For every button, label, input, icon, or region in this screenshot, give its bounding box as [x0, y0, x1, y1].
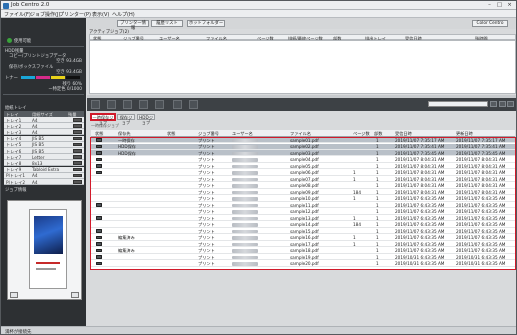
tray-level-icon	[73, 142, 82, 147]
tray-row[interactable]: トレイ9 Tabloid Extra	[4, 166, 84, 173]
proof-icon[interactable]	[107, 100, 116, 109]
menu-view[interactable]: 表示(V)	[92, 11, 109, 18]
preview-text-line	[36, 262, 60, 264]
tray-paper-size: JIS B5	[32, 136, 44, 142]
job-tabs: 一時保存ジョブ 保存ジョブ HDDジョブ	[87, 111, 516, 125]
status-text: 満杯が接続先	[5, 329, 32, 335]
toner-label: トナー	[5, 76, 18, 81]
tray-paper-size: JIS B5	[32, 142, 44, 148]
preview-title: ジョブ情報	[5, 188, 27, 193]
divider	[3, 94, 84, 95]
tray-row[interactable]: トレイ4 JIS B5	[4, 135, 84, 142]
delete-icon[interactable]	[155, 100, 164, 109]
copy-icon[interactable]	[189, 100, 198, 109]
tray-paper-size: Tabloid Extra	[32, 167, 60, 173]
tray-level-icon	[73, 124, 82, 128]
menu-file[interactable]: ファイル(F)	[4, 11, 31, 18]
preview-next-button[interactable]	[71, 292, 79, 298]
search-input[interactable]	[428, 101, 488, 107]
history-list-button[interactable]: 履歴リスト	[151, 20, 183, 27]
tray-paper-size: A4	[32, 129, 38, 135]
printer-info-button[interactable]: プリンター情報	[117, 20, 149, 31]
tray-level-icon	[73, 173, 82, 178]
tray-row[interactable]: トレイ8 8x13	[4, 160, 84, 167]
tray-level-icon	[73, 130, 82, 134]
tray-level-icon	[73, 161, 82, 165]
tab-hdd-jobs[interactable]: HDDジョブ	[137, 114, 155, 125]
hdd-job-data-free: 空き 93.4GB	[56, 59, 82, 64]
search-icon[interactable]	[490, 101, 497, 107]
application-window: Job Centro 2.0 – □ × ファイル(F) ジョブ操作(J) プリ…	[0, 0, 517, 335]
edit-icon[interactable]	[139, 100, 148, 109]
menu-help[interactable]: ヘルプ(H)	[112, 11, 135, 18]
tray-name: PIトレイ2	[6, 179, 25, 185]
tray-row[interactable]: トレイ2 A4	[4, 123, 84, 130]
hold-icon[interactable]	[123, 100, 132, 109]
title-bar: Job Centro 2.0 – □ ×	[1, 1, 516, 10]
tray-row[interactable]: トレイ5 JIS B5	[4, 141, 84, 148]
filter-icon[interactable]	[499, 101, 506, 107]
tray-row[interactable]: トレイ1 A4	[4, 117, 84, 124]
print-icon[interactable]	[91, 100, 100, 109]
menu-job[interactable]: ジョブ操作(J)	[30, 11, 60, 18]
settings-icon[interactable]	[507, 101, 514, 107]
tray-level-icon	[73, 136, 82, 141]
tray-row[interactable]: トレイ7 Letter	[4, 154, 84, 161]
tray-paper-size: Letter	[32, 154, 45, 160]
tray-row[interactable]: トレイ3 A4	[4, 129, 84, 136]
preview-image	[34, 216, 63, 254]
toner-levels	[21, 76, 81, 79]
divider	[3, 46, 84, 47]
maximize-icon[interactable]: □	[495, 2, 504, 8]
app-icon	[3, 2, 9, 9]
tray-level-icon	[73, 167, 82, 172]
tray-level-icon	[73, 155, 82, 159]
close-icon[interactable]: ×	[505, 2, 514, 8]
menu-printer[interactable]: プリンター(P)	[59, 11, 91, 18]
color-centro-button[interactable]: Color Centro	[472, 20, 508, 27]
tab-saved-jobs[interactable]: 保存ジョブ	[117, 114, 135, 125]
job-preview	[7, 200, 82, 300]
job-action-bar	[87, 98, 516, 111]
preview-text-line	[36, 268, 56, 270]
status-bar: 満杯が接続先	[1, 326, 516, 335]
hot-folder-button[interactable]: ホットフォルダー	[187, 20, 225, 27]
tray-row[interactable]: PIトレイ1 A4	[4, 172, 84, 179]
tray-level-icon	[73, 149, 82, 153]
current-tab-label: 一時保存ジョブ	[91, 123, 119, 128]
hdd-box-label: 保存/ボックスファイル	[9, 65, 54, 70]
tray-row[interactable]: トレイ6 JIS B5	[4, 148, 84, 155]
special-color-count: ー特定色 0/1000	[48, 87, 82, 92]
status-led-icon	[7, 38, 12, 43]
preview-prev-button[interactable]	[10, 292, 18, 298]
tray-paper-size: A4	[32, 179, 38, 185]
tray-paper-size: JIS B5	[32, 148, 44, 154]
hdd-box-free: 空き 93.4GB	[56, 70, 82, 75]
minimize-icon[interactable]: –	[485, 2, 494, 8]
menu-bar: ファイル(F) ジョブ操作(J) プリンター(P) 表示(V) ヘルプ(H)	[1, 10, 516, 18]
active-jobs-list[interactable]	[89, 40, 516, 94]
window-title: Job Centro 2.0	[11, 2, 50, 8]
tray-level-icon	[73, 118, 82, 122]
tray-level-icon	[73, 180, 82, 184]
job-list-header: 状態 保存先 状態 ジョブ番号 ユーザー名 ファイル名 ページ数 部数 受信日時…	[91, 130, 515, 137]
highlight-tab-frame	[90, 113, 116, 121]
printer-status: 使用可能	[14, 39, 32, 44]
tray-row[interactable]: PIトレイ2 A4	[4, 179, 84, 186]
move-icon[interactable]	[173, 100, 182, 109]
highlight-frame	[90, 137, 516, 270]
preview-page	[29, 209, 67, 289]
tray-paper-size: A4	[32, 117, 38, 123]
tray-paper-size: A4	[32, 173, 38, 179]
tray-paper-size: 8x13	[32, 160, 43, 166]
tray-paper-size: A4	[32, 123, 38, 129]
toolbar: プリンター情報 履歴リスト ホットフォルダー Color Centro	[87, 18, 516, 31]
